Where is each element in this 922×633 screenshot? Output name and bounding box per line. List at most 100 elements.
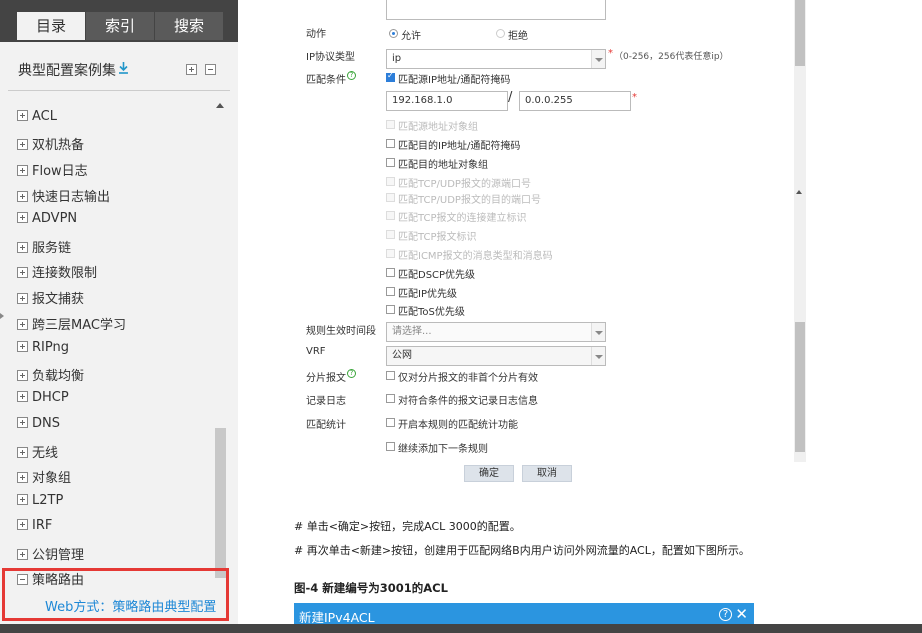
fragment-label: 分片报文? [306,369,356,384]
match-src-ip-checkbox [386,71,395,82]
tree-item-label: 服务链 [32,241,72,256]
help-sidebar: 目录 索引 搜索 典型配置案例集 ACL 双机热备 Flow日志 快速日志输出 … [0,0,238,633]
expand-icon [17,242,28,253]
expand-icon [17,472,28,483]
form-scroll-thumb [795,0,805,66]
match-tcp-est-checkbox [386,211,395,220]
ip-proto-value: ip [392,53,402,64]
tree-item-label: 双机热备 [32,138,85,153]
expand-icon [17,319,28,330]
tree-item-label: 快速日志输出 [32,190,111,205]
sync-toc-icon[interactable] [117,61,130,75]
content-pane: 动作 允许 拒绝 IP协议类型 ip * （0-256，256代表任意ip） 匹… [238,0,922,627]
tree-item-l3-mac[interactable]: 跨三层MAC学习 [17,314,126,333]
time-range-label: 规则生效时间段 [306,326,376,337]
match-ip-prec-label: 匹配IP优先级 [398,289,457,300]
match-dst-ip-checkbox [386,139,395,148]
match-src-obj-label: 匹配源地址对象组 [398,122,478,133]
description-input [386,0,606,20]
tab-index[interactable]: 索引 [86,12,154,40]
match-dst-ip-label: 匹配目的IP地址/通配符掩码 [398,141,521,152]
continue-checkbox [386,442,395,451]
time-range-select: 请选择... [386,322,606,342]
match-tos-checkbox [386,305,395,314]
tree-item-wireless[interactable]: 无线 [17,442,59,461]
collapse-all-icon[interactable] [205,64,216,75]
fragment-option-label: 仅对分片报文的非首个分片有效 [398,373,538,384]
cancel-button: 取消 [522,465,572,482]
slash-separator: / [508,90,513,105]
tree-item-packet-capture[interactable]: 报文捕获 [17,288,84,307]
tree-item-label: L2TP [32,493,64,508]
tree-item-label: 无线 [32,446,59,461]
match-tos-label: 匹配ToS优先级 [398,307,465,318]
tree-item-dns[interactable]: DNS [17,416,60,434]
match-tcp-flag-label: 匹配TCP报文标识 [398,232,477,243]
instruction-paragraph: # 单击<确定>按钮，完成ACL 3000的配置。 [294,520,521,533]
tree-item-hot-backup[interactable]: 双机热备 [17,134,85,153]
src-wildcard-input: 0.0.0.255 [519,91,631,111]
tree-item-label: Flow日志 [32,164,88,179]
tree-item-flow-log[interactable]: Flow日志 [17,160,88,179]
match-dst-port-label: 匹配TCP/UDP报文的目的端口号 [398,195,541,206]
log-checkbox [386,394,395,403]
fragment-label-text: 分片报文 [306,373,346,384]
help-icon: ? [347,71,356,80]
expand-icon [17,293,28,304]
help-icon: ? [719,608,732,621]
expand-icon [17,370,28,381]
expand-icon [17,267,28,278]
match-tcp-flag-checkbox [386,230,395,239]
tree-item-load-balance[interactable]: 负载均衡 [17,365,85,384]
match-dscp-label: 匹配DSCP优先级 [398,270,476,281]
match-dst-obj-label: 匹配目的地址对象组 [398,160,488,171]
action-permit-radio [389,29,398,38]
ok-button: 确定 [464,465,514,482]
tree-item-label: 负载均衡 [32,369,85,384]
tree-item-label: RIPng [32,340,69,355]
expand-all-icon[interactable] [186,64,197,75]
required-mark: * [608,48,613,59]
tab-search[interactable]: 搜索 [155,12,223,40]
fragment-checkbox [386,371,395,380]
expand-icon [17,165,28,176]
match-src-port-checkbox [386,177,395,186]
expand-icon [17,447,28,458]
tree-item-advpn[interactable]: ADVPN [17,211,77,229]
action-label: 动作 [306,29,326,40]
tree-item-label: 连接数限制 [32,266,98,281]
stats-label: 匹配统计 [306,420,346,431]
tree-item-irf[interactable]: IRF [17,518,52,536]
match-label-text: 匹配条件 [306,75,346,86]
ip-proto-label: IP协议类型 [306,52,355,63]
help-icon: ? [347,369,356,378]
tree-item-pki[interactable]: 公钥管理 [17,544,84,563]
form-scroll-thumb [795,322,805,452]
match-src-obj-checkbox [386,120,395,129]
match-icmp-checkbox [386,249,395,258]
tree-item-service-chain[interactable]: 服务链 [17,237,72,256]
tree-item-ripng[interactable]: RIPng [17,340,69,358]
tree-item-fast-log[interactable]: 快速日志输出 [17,186,111,205]
match-src-port-label: 匹配TCP/UDP报文的源端口号 [398,179,531,190]
tab-contents[interactable]: 目录 [17,12,85,40]
tree-item-l2tp[interactable]: L2TP [17,493,63,511]
expand-icon [17,191,28,202]
tree-item-acl[interactable]: ACL [17,109,57,127]
tree-item-label: DNS [32,416,60,431]
sidebar-tabbar: 目录 索引 搜索 [0,0,238,42]
vrf-select: 公网 [386,346,606,366]
sidebar-scroll-thumb[interactable] [215,428,226,578]
expand-icon [17,417,28,428]
panel-splitter-arrow-icon[interactable] [0,313,4,319]
tree-item-label: 跨三层MAC学习 [32,318,126,333]
vrf-label: VRF [306,346,326,357]
match-label: 匹配条件? [306,71,356,86]
chevron-down-icon [591,347,605,365]
scroll-up-arrow-icon[interactable] [216,103,224,108]
tree-item-conn-limit[interactable]: 连接数限制 [17,262,98,281]
tree-item-label: ADVPN [32,211,78,226]
scroll-up-arrow-icon [796,190,802,194]
tree-item-dhcp[interactable]: DHCP [17,390,69,408]
tree-item-object-group[interactable]: 对象组 [17,467,71,486]
